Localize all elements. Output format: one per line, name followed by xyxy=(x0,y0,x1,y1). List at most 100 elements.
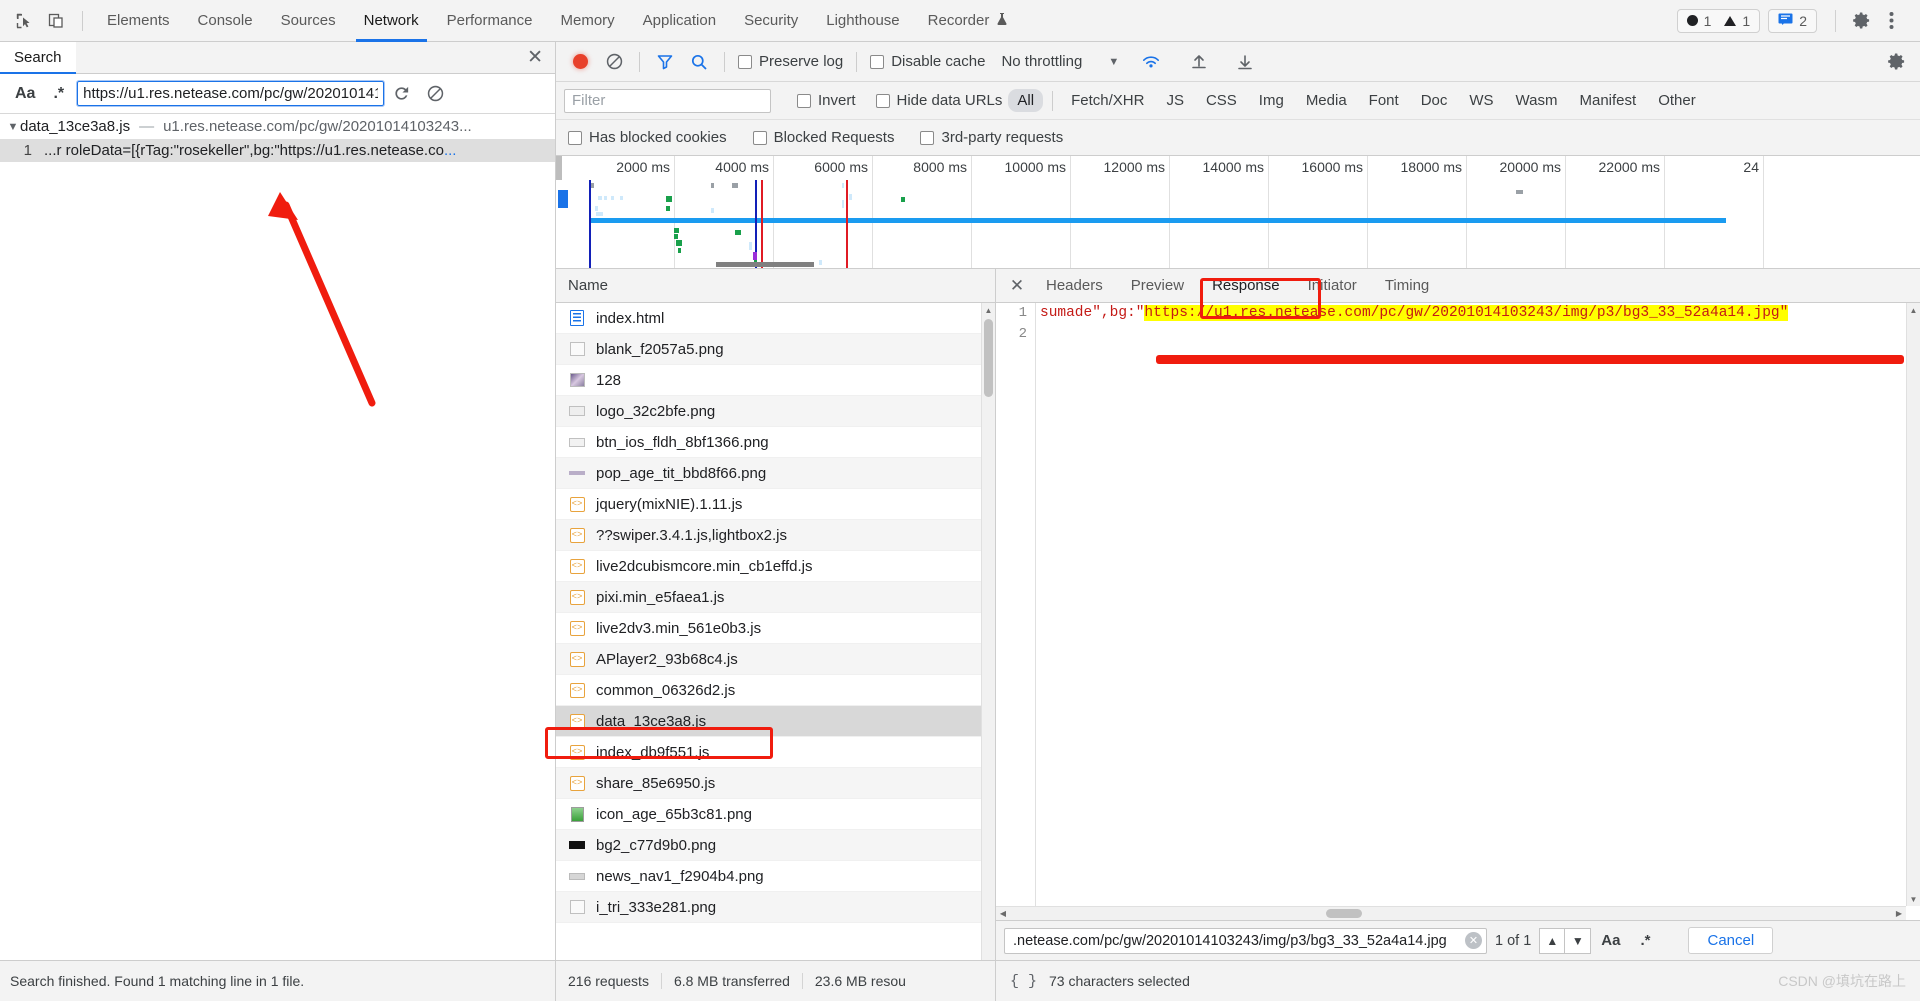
tab-lighthouse[interactable]: Lighthouse xyxy=(812,0,913,42)
table-row-selected-data-js[interactable]: <> data_13ce3a8.js xyxy=(556,706,995,737)
filter-type-img[interactable]: Img xyxy=(1250,89,1293,112)
table-row[interactable]: <> APlayer2_93b68c4.js xyxy=(556,644,995,675)
checkbox-box[interactable] xyxy=(738,54,752,69)
search-result-line[interactable]: 1 ...r roleData=[{rTag:"rosekeller",bg:"… xyxy=(0,139,555,162)
tab-preview[interactable]: Preview xyxy=(1117,269,1198,303)
table-row[interactable]: btn_ios_fldh_8bf1366.png xyxy=(556,427,995,458)
checkbox-box[interactable] xyxy=(752,130,767,145)
table-row[interactable]: <> jquery(mixNIE).1.11.js xyxy=(556,489,995,520)
timeline-left-handle[interactable] xyxy=(556,156,562,180)
match-case-toggle[interactable]: Aa xyxy=(6,83,44,105)
table-row[interactable]: i_tri_333e281.png xyxy=(556,892,995,923)
search-icon[interactable] xyxy=(683,47,715,77)
cancel-button[interactable]: Cancel xyxy=(1688,927,1774,954)
clear-icon[interactable] xyxy=(418,79,452,109)
scroll-up-arrow[interactable]: ▲ xyxy=(1907,303,1920,317)
table-row[interactable]: <> live2dcubismcore.min_cb1effd.js xyxy=(556,551,995,582)
tab-headers[interactable]: Headers xyxy=(1032,269,1117,303)
filter-funnel-icon[interactable] xyxy=(649,47,681,77)
third-party-requests-checkbox[interactable]: 3rd-party requests xyxy=(916,129,1067,146)
table-row[interactable]: 128 xyxy=(556,365,995,396)
response-body-viewer[interactable]: 1 2 sumade",bg:"https://u1.res.netease.c… xyxy=(996,303,1920,920)
device-toolbar-icon[interactable] xyxy=(40,6,72,36)
refresh-icon[interactable] xyxy=(384,79,418,109)
chevron-down-icon[interactable]: ▼ xyxy=(1108,56,1119,68)
search-input[interactable] xyxy=(76,80,386,107)
tab-initiator[interactable]: Initiator xyxy=(1294,269,1371,303)
request-list-scrollbar[interactable]: ▲ xyxy=(981,303,995,960)
chevron-down-icon[interactable]: ▼ xyxy=(1565,927,1592,954)
checkbox-box[interactable] xyxy=(568,130,582,145)
response-vertical-scrollbar[interactable]: ▲ ▼ xyxy=(1906,303,1920,906)
inspect-element-icon[interactable] xyxy=(8,6,40,36)
record-button[interactable] xyxy=(564,47,596,77)
import-har-icon[interactable] xyxy=(1183,47,1215,77)
scrollbar-thumb[interactable] xyxy=(984,319,993,397)
checkbox-box[interactable] xyxy=(920,130,935,145)
invert-checkbox[interactable]: Invert xyxy=(793,92,860,109)
clear-network-icon[interactable] xyxy=(598,47,630,77)
tab-response[interactable]: Response xyxy=(1198,269,1294,303)
find-input-wrapper[interactable]: ✕ xyxy=(1004,927,1487,954)
network-overview-timeline[interactable]: 2000 ms 4000 ms 6000 ms 8000 ms 10000 ms… xyxy=(556,156,1920,269)
kebab-menu-icon[interactable] xyxy=(1876,6,1906,36)
tab-network[interactable]: Network xyxy=(350,0,433,42)
table-row[interactable]: index.html xyxy=(556,303,995,334)
filter-type-doc[interactable]: Doc xyxy=(1412,89,1457,112)
table-row[interactable]: blank_f2057a5.png xyxy=(556,334,995,365)
filter-type-fetch-xhr[interactable]: Fetch/XHR xyxy=(1062,89,1153,112)
scroll-left-arrow[interactable]: ◀ xyxy=(996,907,1010,920)
table-row[interactable]: <> common_06326d2.js xyxy=(556,675,995,706)
scroll-right-arrow[interactable]: ▶ xyxy=(1892,907,1906,920)
throttling-select[interactable]: No throttling xyxy=(1001,53,1082,70)
chevron-up-icon[interactable]: ▲ xyxy=(1539,927,1566,954)
scroll-down-arrow[interactable]: ▼ xyxy=(1907,892,1920,906)
blocked-requests-checkbox[interactable]: Blocked Requests xyxy=(749,129,899,146)
regex-toggle[interactable]: .* xyxy=(44,83,73,105)
message-counter[interactable]: 2 xyxy=(1768,8,1817,33)
scroll-up-arrow[interactable]: ▲ xyxy=(982,303,995,317)
table-row[interactable]: news_nav1_f2904b4.png xyxy=(556,861,995,892)
network-settings-gear-icon[interactable] xyxy=(1880,47,1912,77)
network-conditions-icon[interactable] xyxy=(1135,47,1167,77)
export-har-icon[interactable] xyxy=(1229,47,1261,77)
checkbox-box[interactable] xyxy=(875,93,890,108)
table-row[interactable]: <> index_db9f551.js xyxy=(556,737,995,768)
table-row[interactable]: icon_age_65b3c81.png xyxy=(556,799,995,830)
table-row[interactable]: <> pixi.min_e5faea1.js xyxy=(556,582,995,613)
search-result-file[interactable]: ▼ data_13ce3a8.js — u1.res.netease.com/p… xyxy=(0,114,555,139)
table-row[interactable]: <> ??swiper.3.4.1.js,lightbox2.js xyxy=(556,520,995,551)
table-row[interactable]: logo_32c2bfe.png xyxy=(556,396,995,427)
issue-counters[interactable]: 1 1 xyxy=(1676,8,1761,33)
table-row[interactable]: <> share_85e6950.js xyxy=(556,768,995,799)
response-horizontal-scrollbar[interactable]: ◀ ▶ xyxy=(996,906,1906,920)
hide-data-urls-checkbox[interactable]: Hide data URLs xyxy=(872,92,1007,109)
filter-type-wasm[interactable]: Wasm xyxy=(1507,89,1567,112)
tab-security[interactable]: Security xyxy=(730,0,812,42)
response-code-text[interactable]: sumade",bg:"https://u1.res.netease.com/p… xyxy=(1037,303,1920,920)
filter-type-manifest[interactable]: Manifest xyxy=(1571,89,1646,112)
checkbox-box[interactable] xyxy=(870,54,885,69)
close-icon[interactable]: ✕ xyxy=(1002,271,1032,301)
clear-icon[interactable]: ✕ xyxy=(1465,932,1482,949)
gear-icon[interactable] xyxy=(1846,6,1876,36)
tab-performance[interactable]: Performance xyxy=(433,0,547,42)
filter-input[interactable] xyxy=(564,88,771,113)
has-blocked-cookies-checkbox[interactable]: Has blocked cookies xyxy=(564,129,731,146)
filter-type-ws[interactable]: WS xyxy=(1460,89,1502,112)
tab-console[interactable]: Console xyxy=(184,0,267,42)
tab-elements[interactable]: Elements xyxy=(93,0,184,42)
preserve-log-checkbox[interactable]: Preserve log xyxy=(734,53,847,70)
scrollbar-thumb[interactable] xyxy=(1326,909,1362,918)
table-row[interactable]: bg2_c77d9b0.png xyxy=(556,830,995,861)
tab-memory[interactable]: Memory xyxy=(547,0,629,42)
find-regex-toggle[interactable]: .* xyxy=(1630,932,1660,949)
table-row[interactable]: <> live2dv3.min_561e0b3.js xyxy=(556,613,995,644)
filter-type-media[interactable]: Media xyxy=(1297,89,1356,112)
request-list-body[interactable]: index.html blank_f2057a5.png 128 logo_32… xyxy=(556,303,995,960)
table-row[interactable]: pop_age_tit_bbd8f66.png xyxy=(556,458,995,489)
find-match-case-toggle[interactable]: Aa xyxy=(1591,932,1630,949)
tab-application[interactable]: Application xyxy=(629,0,730,42)
filter-type-font[interactable]: Font xyxy=(1360,89,1408,112)
pretty-print-braces-icon[interactable]: { } xyxy=(1010,973,1037,990)
